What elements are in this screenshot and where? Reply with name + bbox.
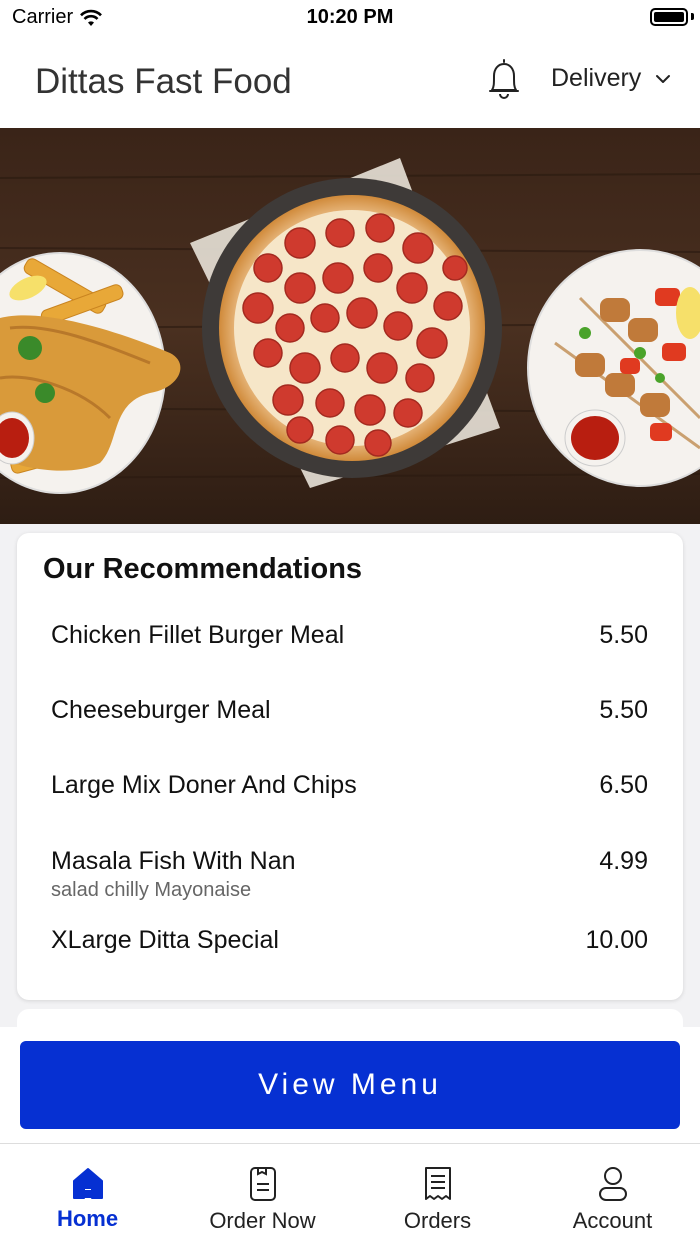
- item-price: 5.50: [599, 621, 648, 649]
- item-price: 10.00: [585, 926, 648, 954]
- item-name: Large Mix Doner And Chips: [51, 771, 357, 799]
- item-price: 4.99: [599, 847, 648, 875]
- item-price: 5.50: [599, 696, 648, 724]
- tab-bar: Home Order Now Orders Account: [0, 1143, 700, 1244]
- view-menu-button[interactable]: View Menu: [20, 1041, 680, 1129]
- item-description: salad chilly Mayonaise: [51, 879, 252, 901]
- order-now-icon: [249, 1167, 276, 1201]
- recommendations-title: Our Recommendations: [43, 553, 363, 585]
- receipt-icon: [424, 1167, 451, 1200]
- bell-icon[interactable]: [484, 58, 524, 102]
- tab-orders[interactable]: Orders: [350, 1144, 525, 1244]
- item-name: Chicken Fillet Burger Meal: [51, 621, 345, 649]
- tab-label: Account: [572, 1208, 653, 1233]
- battery-icon: [650, 8, 688, 26]
- recommendations-card: Our Recommendations Chicken Fillet Burge…: [17, 533, 683, 1000]
- recommendation-item[interactable]: Large Mix Doner And Chips 6.50: [51, 771, 648, 800]
- recommendation-item[interactable]: Chicken Fillet Burger Meal 5.50: [51, 621, 648, 650]
- recommendation-item[interactable]: XLarge Ditta Special 10.00: [51, 926, 648, 955]
- status-bar: Carrier 10:20 PM: [0, 0, 700, 34]
- item-name: XLarge Ditta Special: [51, 926, 279, 954]
- chevron-down-icon: [656, 74, 671, 83]
- recommendation-item[interactable]: Cheeseburger Meal 5.50: [51, 696, 648, 725]
- recommendation-item[interactable]: Masala Fish With Nan 4.99: [51, 847, 648, 876]
- account-icon: [598, 1167, 627, 1201]
- tab-account[interactable]: Account: [525, 1144, 700, 1244]
- status-time: 10:20 PM: [306, 6, 394, 28]
- delivery-mode-dropdown[interactable]: Delivery: [551, 64, 671, 93]
- tab-home[interactable]: Home: [0, 1144, 175, 1244]
- tab-label: Orders: [403, 1208, 472, 1233]
- tab-order-now[interactable]: Order Now: [175, 1144, 350, 1244]
- item-name: Masala Fish With Nan: [51, 847, 296, 875]
- item-price: 6.50: [599, 771, 648, 799]
- delivery-mode-label: Delivery: [551, 64, 642, 92]
- app-title: Dittas Fast Food: [35, 62, 292, 101]
- tab-label: Order Now: [209, 1208, 316, 1233]
- tab-label: Home: [56, 1206, 119, 1231]
- item-name: Cheeseburger Meal: [51, 696, 271, 724]
- app-header: Dittas Fast Food Delivery: [0, 34, 700, 128]
- home-icon: [72, 1168, 103, 1199]
- hero-food-image: [0, 128, 700, 524]
